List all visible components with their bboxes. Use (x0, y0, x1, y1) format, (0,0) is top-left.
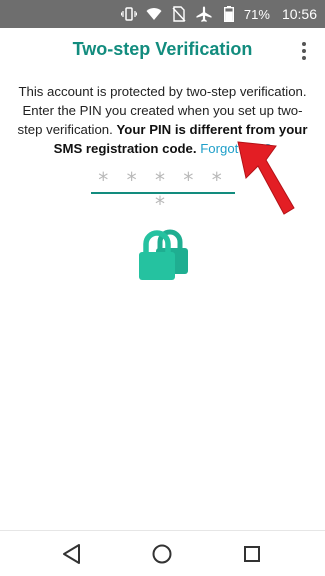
navigation-bar (0, 530, 325, 576)
airplane-mode-icon (195, 5, 213, 23)
wifi-icon (145, 5, 163, 23)
recents-icon[interactable] (240, 542, 264, 566)
home-icon[interactable] (150, 542, 174, 566)
app-bar: Two-step Verification (0, 28, 325, 74)
status-bar: 71% 10:56 (0, 0, 325, 28)
no-sim-icon (170, 5, 188, 23)
red-arrow-icon (237, 141, 295, 215)
back-icon[interactable] (60, 542, 84, 566)
battery-percent: 71% (243, 6, 270, 22)
pin-input[interactable]: * * * * * * (91, 166, 235, 216)
battery-icon (220, 5, 238, 23)
page-title: Two-step Verification (72, 39, 253, 59)
padlock-icon (139, 229, 188, 280)
vibrate-icon (120, 5, 138, 23)
overflow-menu-icon[interactable] (297, 40, 311, 62)
status-time: 10:56 (281, 6, 317, 22)
